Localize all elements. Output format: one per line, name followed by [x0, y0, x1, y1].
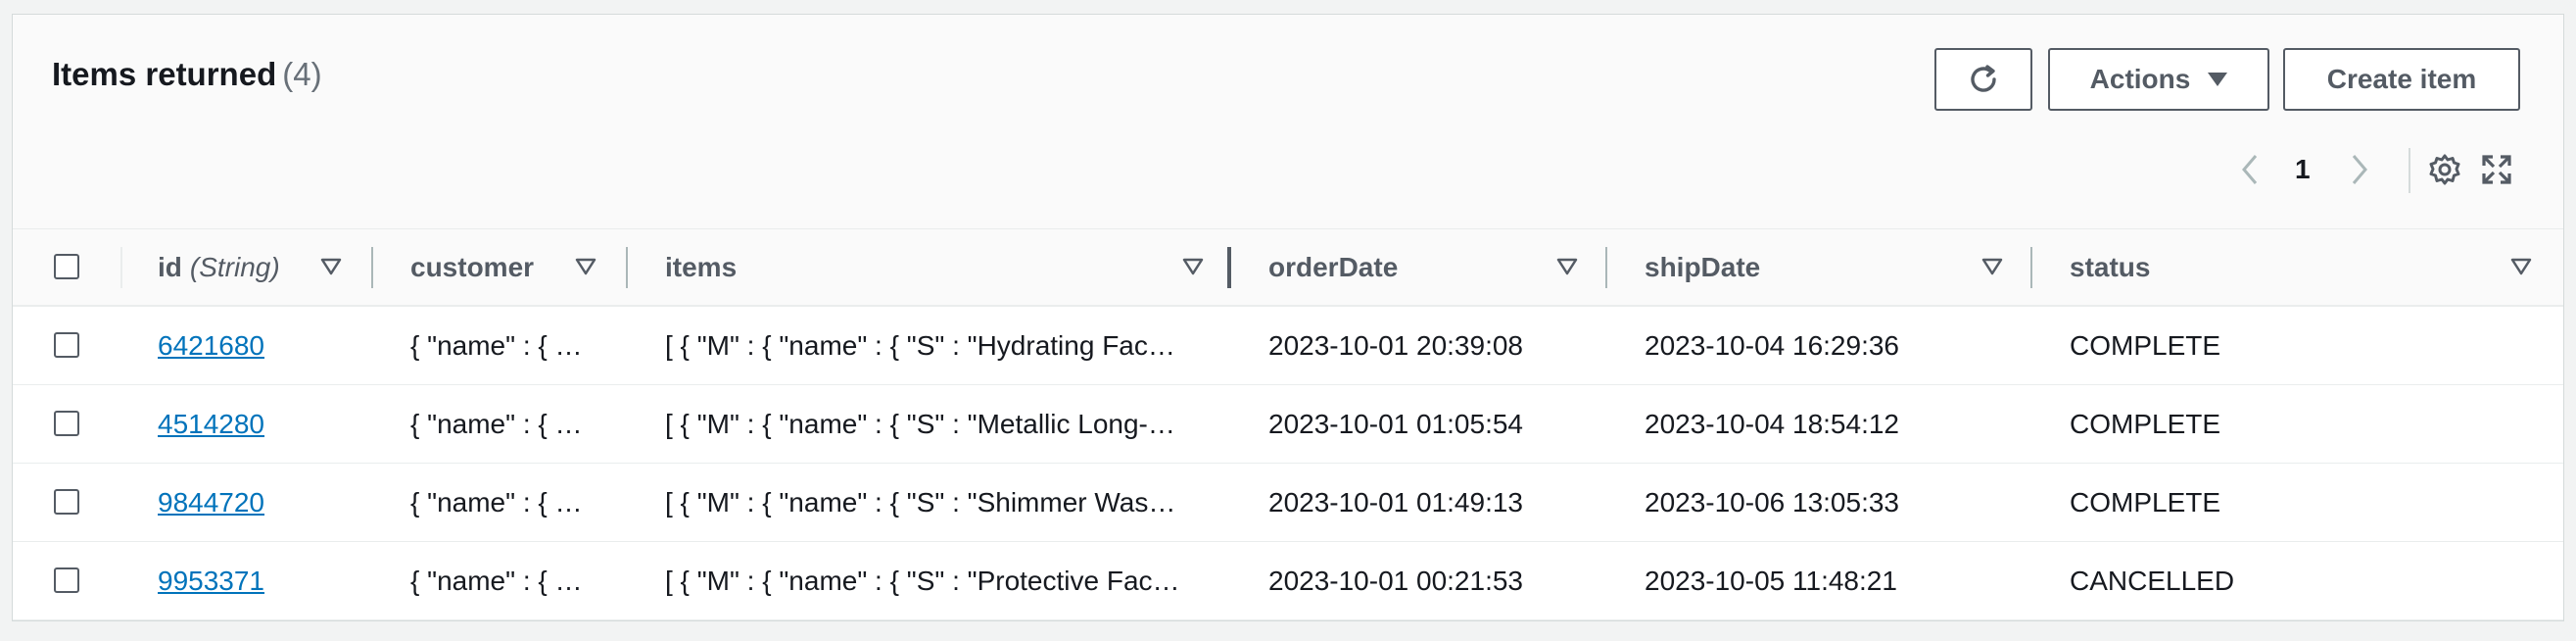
- create-item-button[interactable]: Create item: [2283, 48, 2520, 111]
- column-header-id[interactable]: id (String): [158, 229, 280, 306]
- item-id-link[interactable]: 6421680: [158, 307, 264, 384]
- expand-icon: [2482, 155, 2511, 184]
- row-checkbox[interactable]: [54, 567, 79, 593]
- fullscreen-button[interactable]: [2481, 150, 2512, 189]
- item-id-link[interactable]: 9844720: [158, 464, 264, 541]
- column-header-orderdate[interactable]: orderDate: [1268, 229, 1398, 306]
- column-type-id: (String): [189, 252, 280, 282]
- table-row[interactable]: 6421680 { "name" : { … [ { "M" : { "name…: [13, 307, 2563, 385]
- items-panel: Items returned(4) Actions Create item 1: [12, 14, 2564, 621]
- title-text: Items returned: [52, 56, 277, 92]
- status-cell: COMPLETE: [2070, 486, 2221, 518]
- ship-date-cell: 2023-10-04 18:54:12: [1645, 408, 1899, 439]
- sort-icon[interactable]: [575, 257, 596, 276]
- item-count: (4): [282, 56, 322, 92]
- select-all-checkbox[interactable]: [54, 254, 79, 279]
- items-cell: [ { "M" : { "name" : { "S" : "Shimmer Wa…: [665, 486, 1176, 518]
- caret-down-icon: [2208, 73, 2228, 86]
- ship-date-cell: 2023-10-05 11:48:21: [1645, 565, 1897, 596]
- column-label-orderdate: orderDate: [1268, 252, 1399, 282]
- ship-date-cell: 2023-10-06 13:05:33: [1645, 486, 1899, 518]
- table-row[interactable]: 4514280 { "name" : { … [ { "M" : { "name…: [13, 385, 2563, 464]
- ship-date-cell: 2023-10-04 16:29:36: [1645, 329, 1899, 361]
- sort-icon[interactable]: [1556, 257, 1578, 276]
- order-date-cell: 2023-10-01 20:39:08: [1268, 329, 1523, 361]
- column-label-customer: customer: [410, 252, 535, 282]
- previous-page-button[interactable]: [2238, 150, 2262, 189]
- items-cell: [ { "M" : { "name" : { "S" : "Metallic L…: [665, 408, 1175, 439]
- sort-icon[interactable]: [1182, 257, 1204, 276]
- items-cell: [ { "M" : { "name" : { "S" : "Hydrating …: [665, 329, 1175, 361]
- chevron-right-icon: [2352, 155, 2367, 184]
- refresh-icon: [1971, 65, 1996, 92]
- actions-label: Actions: [2089, 64, 2191, 94]
- refresh-button[interactable]: [1934, 48, 2032, 111]
- column-divider: [120, 247, 122, 288]
- column-label-status: status: [2070, 252, 2151, 282]
- gear-icon: [2429, 154, 2460, 185]
- column-label-id: id: [158, 252, 182, 282]
- table-header: id (String) customer items orderDate ship…: [13, 228, 2563, 307]
- column-header-status[interactable]: status: [2070, 229, 2150, 306]
- column-header-customer[interactable]: customer: [410, 229, 534, 306]
- next-page-button[interactable]: [2348, 150, 2371, 189]
- column-divider: [371, 247, 373, 288]
- sort-icon[interactable]: [320, 257, 342, 276]
- row-checkbox[interactable]: [54, 332, 79, 358]
- customer-cell: { "name" : { …: [410, 565, 583, 596]
- preferences-button[interactable]: [2428, 150, 2461, 189]
- items-cell: [ { "M" : { "name" : { "S" : "Protective…: [665, 565, 1180, 596]
- column-label-shipdate: shipDate: [1645, 252, 1761, 282]
- customer-cell: { "name" : { …: [410, 329, 583, 361]
- column-divider: [1605, 247, 1607, 288]
- panel-header: Items returned (4) Actions Create item 1: [13, 15, 2563, 228]
- status-cell: COMPLETE: [2070, 408, 2221, 439]
- column-divider: [2030, 247, 2032, 288]
- pager-divider: [2409, 148, 2410, 193]
- item-id-link[interactable]: 9953371: [158, 542, 264, 619]
- sort-icon[interactable]: [1981, 257, 2003, 276]
- column-label-items: items: [665, 252, 738, 282]
- order-date-cell: 2023-10-01 00:21:53: [1268, 565, 1523, 596]
- column-header-items[interactable]: items: [665, 229, 737, 306]
- page-number[interactable]: 1: [2295, 150, 2311, 189]
- table-row[interactable]: 9953371 { "name" : { … [ { "M" : { "name…: [13, 542, 2563, 620]
- table-row[interactable]: 9844720 { "name" : { … [ { "M" : { "name…: [13, 464, 2563, 542]
- column-divider: [626, 247, 628, 288]
- sort-icon[interactable]: [2510, 257, 2532, 276]
- actions-dropdown-button[interactable]: Actions: [2048, 48, 2269, 111]
- item-id-link[interactable]: 4514280: [158, 385, 264, 463]
- order-date-cell: 2023-10-01 01:05:54: [1268, 408, 1523, 439]
- page-title: Items returned (4): [52, 56, 322, 93]
- row-checkbox[interactable]: [54, 411, 79, 436]
- status-cell: CANCELLED: [2070, 565, 2235, 596]
- status-cell: COMPLETE: [2070, 329, 2221, 361]
- column-resize-handle[interactable]: [1227, 247, 1231, 288]
- customer-cell: { "name" : { …: [410, 486, 583, 518]
- chevron-left-icon: [2242, 155, 2258, 184]
- customer-cell: { "name" : { …: [410, 408, 583, 439]
- order-date-cell: 2023-10-01 01:49:13: [1268, 486, 1523, 518]
- column-header-shipdate[interactable]: shipDate: [1645, 229, 1760, 306]
- row-checkbox[interactable]: [54, 489, 79, 515]
- create-item-label: Create item: [2326, 64, 2477, 94]
